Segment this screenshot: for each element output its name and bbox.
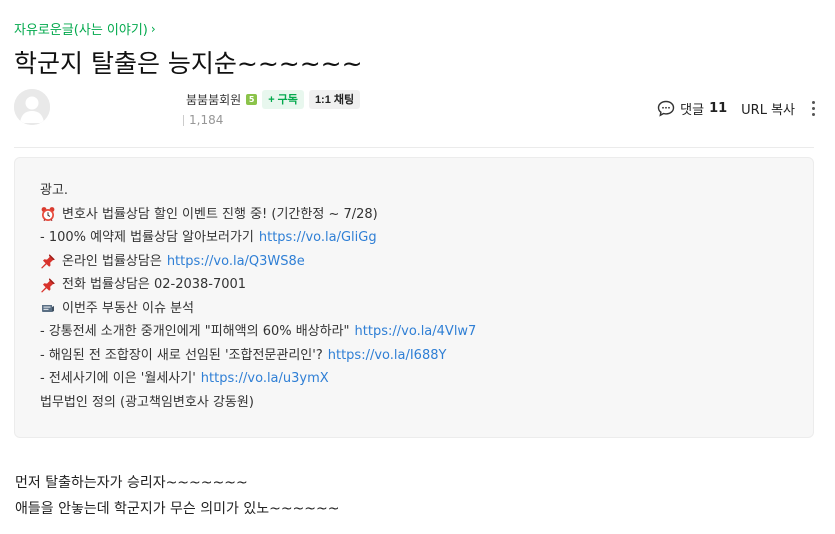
pushpin-icon <box>40 277 56 293</box>
url-copy-button[interactable]: URL 복사 <box>741 99 795 118</box>
avatar[interactable] <box>14 89 50 125</box>
post-actions: 댓글 11 URL 복사 <box>657 98 817 118</box>
ad-line-text: - 해임된 전 조합장이 새로 선임된 '조합전문관리인'? <box>40 347 323 363</box>
chevron-right-icon: › <box>150 21 156 36</box>
comment-icon <box>657 100 675 117</box>
ad-line: - 전세사기에 이은 '월세사기' https://vo.la/u3ymX <box>40 367 788 391</box>
view-count: 1,184 <box>189 113 224 127</box>
ad-line: 온라인 법률상담은 https://vo.la/Q3WS8e <box>40 250 788 274</box>
news-icon <box>40 300 56 316</box>
ad-line-text: 전화 법률상담은 02-2038-7001 <box>62 277 247 292</box>
author-info: 붐붐붐회원 5 + 구독 1:1 채팅 <box>186 89 361 109</box>
news-link-3[interactable]: https://vo.la/u3ymX <box>201 367 329 391</box>
comment-count: 11 <box>709 100 728 116</box>
news-link-1[interactable]: https://vo.la/4Vlw7 <box>355 320 477 344</box>
category-link[interactable]: 자유로운글(사는 이야기) › <box>14 19 156 39</box>
comment-button[interactable]: 댓글 11 <box>657 99 727 118</box>
online-consult-link[interactable]: https://vo.la/Q3WS8e <box>167 250 305 274</box>
ad-line-text: - 100% 예약제 법률상담 알아보러가기 <box>40 230 254 245</box>
ad-line: 변호사 법률상담 할인 이벤트 진행 중! (기간한정 ~ 7/28) <box>40 203 788 227</box>
ad-line: 광고. <box>40 179 788 203</box>
ad-box: 광고. 변호사 법률상담 할인 이벤트 진행 중! (기간한정 ~ 7/28) … <box>14 157 814 438</box>
chat-button[interactable]: 1:1 채팅 <box>308 89 361 109</box>
comment-label: 댓글 <box>680 102 705 118</box>
post-meta: 1,184 <box>183 113 223 127</box>
body-paragraph: 먼저 탈출하는자가 승리자~~~~~~~ <box>15 475 248 491</box>
more-options-icon[interactable] <box>809 98 817 118</box>
news-link-2[interactable]: https://vo.la/I688Y <box>328 344 447 368</box>
post-title: 학군지 탈출은 능지순~~~~~~ <box>14 49 363 78</box>
meta-divider <box>183 114 184 126</box>
default-profile-icon <box>14 89 50 125</box>
ad-line-text: - 강통전세 소개한 중개인에게 "피해액의 60% 배상하라" <box>40 324 350 339</box>
post-body: 먼저 탈출하는자가 승리자~~~~~~~ 애들을 안놓는데 학군지가 무슨 의미… <box>15 470 339 522</box>
ad-line-text: 법무법인 정의 (광고책임변호사 강동원) <box>40 394 254 410</box>
ad-line-text: 온라인 법률상담은 <box>62 253 162 269</box>
body-paragraph: 애들을 안놓는데 학군지가 무슨 의미가 있노~~~~~~ <box>15 501 340 517</box>
ad-line: 이번주 부동산 이슈 분석 <box>40 297 788 321</box>
ad-line-text: 광고. <box>40 183 69 198</box>
ad-line: - 100% 예약제 법률상담 알아보러가기 https://vo.la/Gli… <box>40 226 788 250</box>
ad-line-text: 이번주 부동산 이슈 분석 <box>62 300 194 316</box>
ad-line: 법무법인 정의 (광고책임변호사 강동원) <box>40 391 788 415</box>
alarm-clock-icon <box>40 206 56 222</box>
ad-line: - 강통전세 소개한 중개인에게 "피해액의 60% 배상하라" https:/… <box>40 320 788 344</box>
ad-line: - 해임된 전 조합장이 새로 선임된 '조합전문관리인'? https://v… <box>40 344 788 368</box>
pushpin-icon <box>40 253 56 269</box>
subscribe-button[interactable]: + 구독 <box>262 89 304 109</box>
category-label: 자유로운글(사는 이야기) <box>14 23 148 38</box>
consult-reservation-link[interactable]: https://vo.la/GliGg <box>259 226 377 250</box>
ad-line: 전화 법률상담은 02-2038-7001 <box>40 273 788 297</box>
ad-line-text: - 전세사기에 이은 '월세사기' <box>40 371 196 386</box>
ad-line-text: 변호사 법률상담 할인 이벤트 진행 중! (기간한정 ~ 7/28) <box>62 206 378 222</box>
header-divider <box>14 147 814 148</box>
member-level-badge: 5 <box>246 93 258 105</box>
author-nickname[interactable]: 붐붐붐회원 <box>186 91 241 108</box>
